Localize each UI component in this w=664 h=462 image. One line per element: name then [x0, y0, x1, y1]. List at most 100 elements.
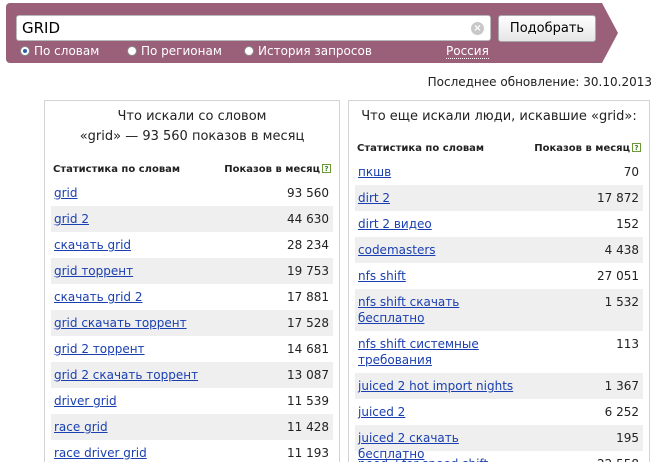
region-link[interactable]: Россия [446, 45, 489, 59]
impressions-count: 113 [616, 337, 639, 351]
mode-by-words[interactable]: По словам [20, 44, 99, 62]
impressions-count: 44 630 [287, 212, 329, 226]
impressions-count: 17 881 [287, 290, 329, 304]
impressions-count: 152 [616, 217, 639, 231]
help-icon[interactable]: ? [632, 143, 641, 152]
table-row: nfs shift скачать бесплатно 1 532 [355, 289, 643, 331]
table-row: скачать grid 2 17 881 [51, 284, 333, 310]
keyword-link[interactable]: race driver grid [54, 445, 214, 461]
radio-icon[interactable] [244, 46, 254, 56]
table-header: Статистика по словам Показов в месяц? [355, 141, 643, 159]
table-row: grid скачать торрент 17 528 [51, 310, 333, 336]
table-row: juiced 2 скачать бесплатно 195 [355, 425, 643, 461]
band-arrow-shape [602, 3, 618, 63]
search-band: GRID × Подобрать По словам По регионам И… [6, 3, 602, 63]
keyword-link[interactable]: dirt 2 видео [358, 216, 518, 232]
search-query[interactable]: GRID [22, 19, 60, 37]
impressions-count: 19 753 [287, 264, 329, 278]
keyword-link[interactable]: juiced 2 hot import nights [358, 378, 518, 394]
words-table: пкшв 70 dirt 2 17 872 dirt 2 видео 152 codemas… [355, 159, 643, 462]
table-row: dirt 2 видео 152 [355, 211, 643, 237]
table-row: codemasters 4 438 [355, 237, 643, 263]
table-row: race grid 11 428 [51, 414, 333, 440]
also-searched-panel: Что еще искали люди, искавшие «grid»: Ст… [348, 100, 650, 462]
impressions-count: 27 051 [597, 269, 639, 283]
keyword-link[interactable]: grid [54, 185, 214, 201]
impressions-count: 1 532 [604, 295, 639, 309]
last-updated: Последнее обновление: 30.10.2013 [427, 75, 652, 89]
table-row: grid 2 скачать торрент 13 087 [51, 362, 333, 388]
impressions-count: 17 528 [287, 316, 329, 330]
mode-label: По словам [34, 44, 100, 58]
panel-title-line2: «grid» — 93 560 показов в месяц [79, 129, 305, 144]
keyword-link[interactable]: nfs shift скачать бесплатно [358, 294, 518, 326]
col-count-header: Показов в месяц? [224, 164, 331, 175]
keyword-link[interactable]: driver grid [54, 393, 214, 409]
keyword-link[interactable]: пкшв [358, 164, 518, 180]
words-table: grid 93 560 grid 2 44 630 скачать grid 28 234… [51, 180, 333, 462]
impressions-count: 17 872 [597, 191, 639, 205]
col-words-header: Статистика по словам [357, 143, 485, 154]
radio-selected-icon[interactable] [20, 46, 30, 56]
keyword-link[interactable]: grid 2 [54, 211, 214, 227]
radio-icon[interactable] [127, 46, 137, 56]
impressions-count: 11 539 [287, 394, 329, 408]
table-row: dirt 2 17 872 [355, 185, 643, 211]
keyword-link[interactable]: скачать grid [54, 237, 214, 253]
table-row: grid 2 44 630 [51, 206, 333, 232]
keyword-link[interactable]: dirt 2 [358, 190, 518, 206]
mode-history[interactable]: История запросов [244, 44, 372, 62]
keyword-link[interactable]: juiced 2 [358, 404, 518, 420]
mode-label: По регионам [141, 44, 222, 58]
keyword-link[interactable]: race grid [54, 419, 214, 435]
table-row: скачать grid 28 234 [51, 232, 333, 258]
table-row: need +for speed shift 22 558 [355, 451, 643, 462]
keyword-link[interactable]: grid скачать торрент [54, 315, 214, 331]
help-icon[interactable]: ? [322, 164, 331, 173]
keyword-link[interactable]: скачать grid 2 [54, 289, 214, 305]
mode-by-regions[interactable]: По регионам [127, 44, 222, 62]
col-count-label: Показов в месяц [534, 143, 630, 154]
keyword-link[interactable]: grid торрент [54, 263, 214, 279]
panel-title: Что еще искали люди, искавшие «grid»: [361, 109, 637, 124]
impressions-count: 1 367 [604, 379, 639, 393]
table-row: nfs shift 27 051 [355, 263, 643, 289]
impressions-count: 11 428 [287, 420, 329, 434]
col-count-header: Показов в месяц? [534, 143, 641, 154]
mode-label: История запросов [258, 44, 372, 58]
table-header: Статистика по словам Показов в месяц? [51, 162, 333, 180]
keyword-link[interactable]: need +for speed shift [358, 456, 518, 462]
table-row: juiced 2 6 252 [355, 399, 643, 425]
impressions-count: 4 438 [604, 243, 639, 257]
submit-button[interactable]: Подобрать [498, 15, 596, 42]
impressions-count: 93 560 [287, 186, 329, 200]
impressions-count: 13 087 [287, 368, 329, 382]
impressions-count: 14 681 [287, 342, 329, 356]
table-row: driver grid 11 539 [51, 388, 333, 414]
table-row: nfs shift системные требования 113 [355, 331, 643, 373]
table-row: grid торрент 19 753 [51, 258, 333, 284]
impressions-count: 11 193 [287, 446, 329, 460]
clear-icon[interactable]: × [471, 22, 484, 35]
impressions-count: 70 [623, 165, 639, 179]
impressions-count: 28 234 [287, 238, 329, 252]
table-row: grid 2 торрент 14 681 [51, 336, 333, 362]
panel-title-line1: Что искали со словом [117, 109, 267, 124]
impressions-count: 195 [616, 431, 639, 445]
related-words-panel: Что искали со словом «grid» — 93 560 пок… [44, 100, 340, 462]
table-row: juiced 2 hot import nights 1 367 [355, 373, 643, 399]
table-row: пкшв 70 [355, 159, 643, 185]
impressions-count: 6 252 [604, 405, 639, 419]
col-count-label: Показов в месяц [224, 164, 320, 175]
col-words-header: Статистика по словам [53, 164, 181, 175]
impressions-count: 22 558 [597, 456, 639, 462]
keyword-link[interactable]: nfs shift [358, 268, 518, 284]
search-input[interactable]: GRID × [16, 15, 491, 41]
keyword-link[interactable]: grid 2 скачать торрент [54, 367, 214, 383]
keyword-link[interactable]: nfs shift системные требования [358, 336, 518, 368]
table-row: race driver grid 11 193 [51, 440, 333, 462]
keyword-link[interactable]: grid 2 торрент [54, 341, 214, 357]
keyword-link[interactable]: codemasters [358, 242, 518, 258]
table-row: grid 93 560 [51, 180, 333, 206]
panel-title: Что искали со словом «grid» — 93 560 пок… [45, 107, 339, 147]
